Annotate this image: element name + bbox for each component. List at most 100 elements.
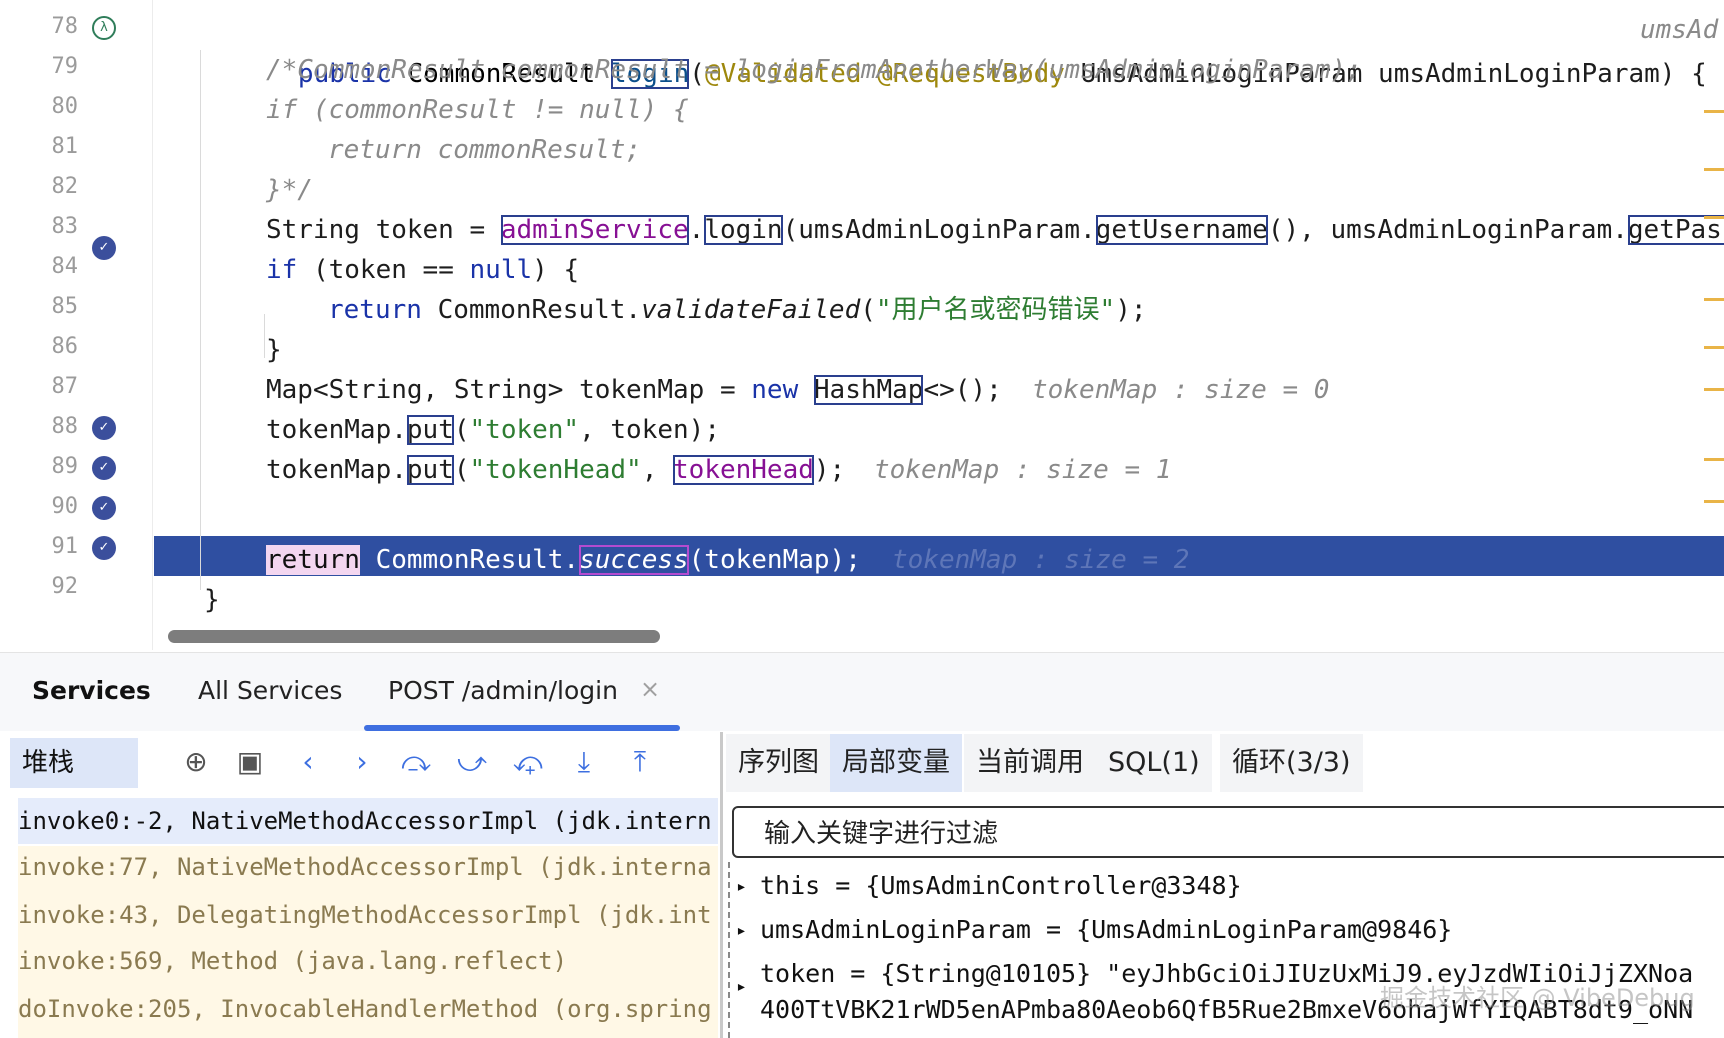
code-segment: } <box>204 585 220 615</box>
code-line-83[interactable]: String token = adminService.login(umsAdm… <box>0 208 1724 252</box>
keyword: new <box>751 375 814 405</box>
code-segment: CommonResult. <box>359 545 580 575</box>
comment: return commonResult; <box>328 135 642 165</box>
code-line-89[interactable]: tokenMap.put("tokenHead", tokenHead); to… <box>0 448 1724 492</box>
layers-icon[interactable]: ▣ <box>232 744 268 780</box>
expand-arrow-icon[interactable]: ▸ <box>736 920 747 941</box>
tree-guide <box>728 862 730 1038</box>
string-literal: "用户名或密码错误" <box>875 295 1116 325</box>
method-call: getPass <box>1627 215 1724 245</box>
field-ref: adminService <box>500 215 689 245</box>
step-into-my-code-icon[interactable]: ⤽ <box>510 744 546 780</box>
chevron-left-icon[interactable]: ‹ <box>290 744 326 780</box>
variable-row[interactable]: this = {UmsAdminController@3348} <box>760 866 1242 906</box>
method-call: getUsername <box>1095 215 1268 245</box>
code-segment: <>(); <box>923 375 1002 405</box>
scroll-marker[interactable] <box>1704 168 1724 171</box>
code-segment: } <box>266 335 282 365</box>
inline-hint: umsAd <box>1640 15 1719 45</box>
variable-row[interactable]: umsAdminLoginParam = {UmsAdminLoginParam… <box>760 910 1452 950</box>
horizontal-scrollbar[interactable] <box>168 630 660 643</box>
field-ref: tokenHead <box>673 455 814 485</box>
comment: /*CommonResult commonResult = loginFromA… <box>266 55 1362 85</box>
step-out-icon[interactable]: ⤒ <box>622 744 658 780</box>
services-title: Services <box>32 676 151 705</box>
code-line-85[interactable]: return CommonResult.validateFailed("用户名或… <box>0 288 1724 332</box>
expand-arrow-icon[interactable]: ▸ <box>736 976 747 997</box>
code-segment: (), umsAdminLoginParam. <box>1267 215 1628 245</box>
code-line-90[interactable]: return CommonResult.success(tokenMap); t… <box>0 538 1724 582</box>
code-segment: String token = <box>266 215 501 245</box>
code-segment: ); <box>813 455 846 485</box>
chevron-right-icon[interactable]: › <box>344 744 380 780</box>
tab-loop[interactable]: 循环(3/3) <box>1220 734 1363 792</box>
scroll-marker[interactable] <box>1704 298 1724 301</box>
code-line-79[interactable]: /*CommonResult commonResult = loginFromA… <box>0 48 1724 92</box>
step-into-icon[interactable]: ⤓ <box>566 744 602 780</box>
watermark: 掘金技术社区 @ VibeDebug <box>1380 984 1695 1012</box>
keyword: return <box>328 295 438 325</box>
stack-frame[interactable]: invoke:77, NativeMethodAccessorImpl (jdk… <box>18 844 718 890</box>
inline-value-hint: tokenMap : size = 0 <box>1032 375 1330 405</box>
scroll-marker[interactable] <box>1704 216 1724 219</box>
string-literal: "token" <box>469 415 580 445</box>
keyword: if <box>266 255 313 285</box>
code-line-91[interactable]: } <box>0 578 1724 622</box>
tab-sequence-diagram[interactable]: 序列图 <box>726 734 831 792</box>
code-segment: CommonResult. <box>437 295 642 325</box>
step-over-icon[interactable]: ⤼ <box>398 744 434 780</box>
stack-frame[interactable]: invoke0:-2, NativeMethodAccessorImpl (jd… <box>18 798 718 844</box>
code-segment: , <box>641 455 674 485</box>
stack-frame[interactable]: invoke:43, DelegatingMethodAccessorImpl … <box>18 892 718 938</box>
method-call: success <box>579 545 689 575</box>
code-line-86[interactable]: } <box>0 328 1724 372</box>
tab-stack[interactable]: 堆栈 <box>10 738 138 788</box>
scroll-marker[interactable] <box>1704 388 1724 391</box>
keyword: null <box>469 255 533 285</box>
code-segment: ); <box>1115 295 1147 325</box>
breakpoint-icon[interactable]: ✓ <box>92 496 116 520</box>
scroll-marker[interactable] <box>1704 346 1724 349</box>
code-segment: ( <box>453 415 470 445</box>
inline-value-hint: tokenMap : size = 2 <box>892 545 1190 575</box>
code-line-82[interactable]: }*/ <box>0 168 1724 212</box>
expand-arrow-icon[interactable]: ▸ <box>736 876 747 897</box>
code-editor[interactable]: 78 79 80 81 82 83 84 85 86 87 88 89 90 9… <box>0 0 1724 650</box>
step-over-alt-icon[interactable]: ⤻ <box>454 744 490 780</box>
string-literal: "tokenHead" <box>469 455 642 485</box>
target-icon[interactable]: ⊕ <box>178 744 214 780</box>
code-segment: ( <box>860 295 876 325</box>
tab-current-call[interactable]: 当前调用 <box>964 734 1096 792</box>
method-call: put <box>406 415 454 445</box>
code-segment: tokenMap. <box>266 415 407 445</box>
variable-filter-input[interactable]: 输入关键字进行过滤 <box>732 806 1724 858</box>
code-segment: (token == <box>312 255 470 285</box>
code-line-80[interactable]: if (commonResult != null) { <box>0 88 1724 132</box>
stack-frame[interactable]: invoke:569, Method (java.lang.reflect) <box>18 938 718 984</box>
code-line-87[interactable]: Map<String, String> tokenMap = new HashM… <box>0 368 1724 412</box>
tab-local-variables[interactable]: 局部变量 <box>830 734 962 792</box>
scroll-marker[interactable] <box>1704 458 1724 461</box>
class-ref: HashMap <box>813 375 924 405</box>
tab-post-admin-login[interactable]: POST /admin/login <box>388 676 618 705</box>
comment: if (commonResult != null) { <box>266 95 689 125</box>
tab-sql[interactable]: SQL(1) <box>1096 734 1212 792</box>
inline-value-hint: tokenMap : size = 1 <box>874 455 1172 485</box>
stack-frame[interactable]: doInvoke:205, InvocableHandlerMethod (or… <box>18 986 718 1032</box>
comment: }*/ <box>266 175 313 205</box>
code-segment: Map<String, String> tokenMap = <box>266 375 752 405</box>
scroll-marker[interactable] <box>1704 110 1724 113</box>
code-segment: ( <box>453 455 470 485</box>
method-call: put <box>406 455 454 485</box>
services-tool-window-header: Services All Services POST /admin/login … <box>0 652 1724 731</box>
tab-all-services[interactable]: All Services <box>198 676 342 705</box>
code-line-78[interactable]: public CommonResult login(@Validated @Re… <box>0 8 1724 89</box>
code-segment: , token); <box>579 415 720 445</box>
code-segment: ) { <box>532 255 580 285</box>
method-call: validateFailed <box>641 295 861 325</box>
scroll-marker[interactable] <box>1704 500 1724 503</box>
code-line-88[interactable]: tokenMap.put("token", token); <box>0 408 1724 452</box>
code-line-81[interactable]: return commonResult; <box>0 128 1724 172</box>
code-line-84[interactable]: if (token == null) { <box>0 248 1724 292</box>
close-tab-icon[interactable]: × <box>640 675 660 703</box>
